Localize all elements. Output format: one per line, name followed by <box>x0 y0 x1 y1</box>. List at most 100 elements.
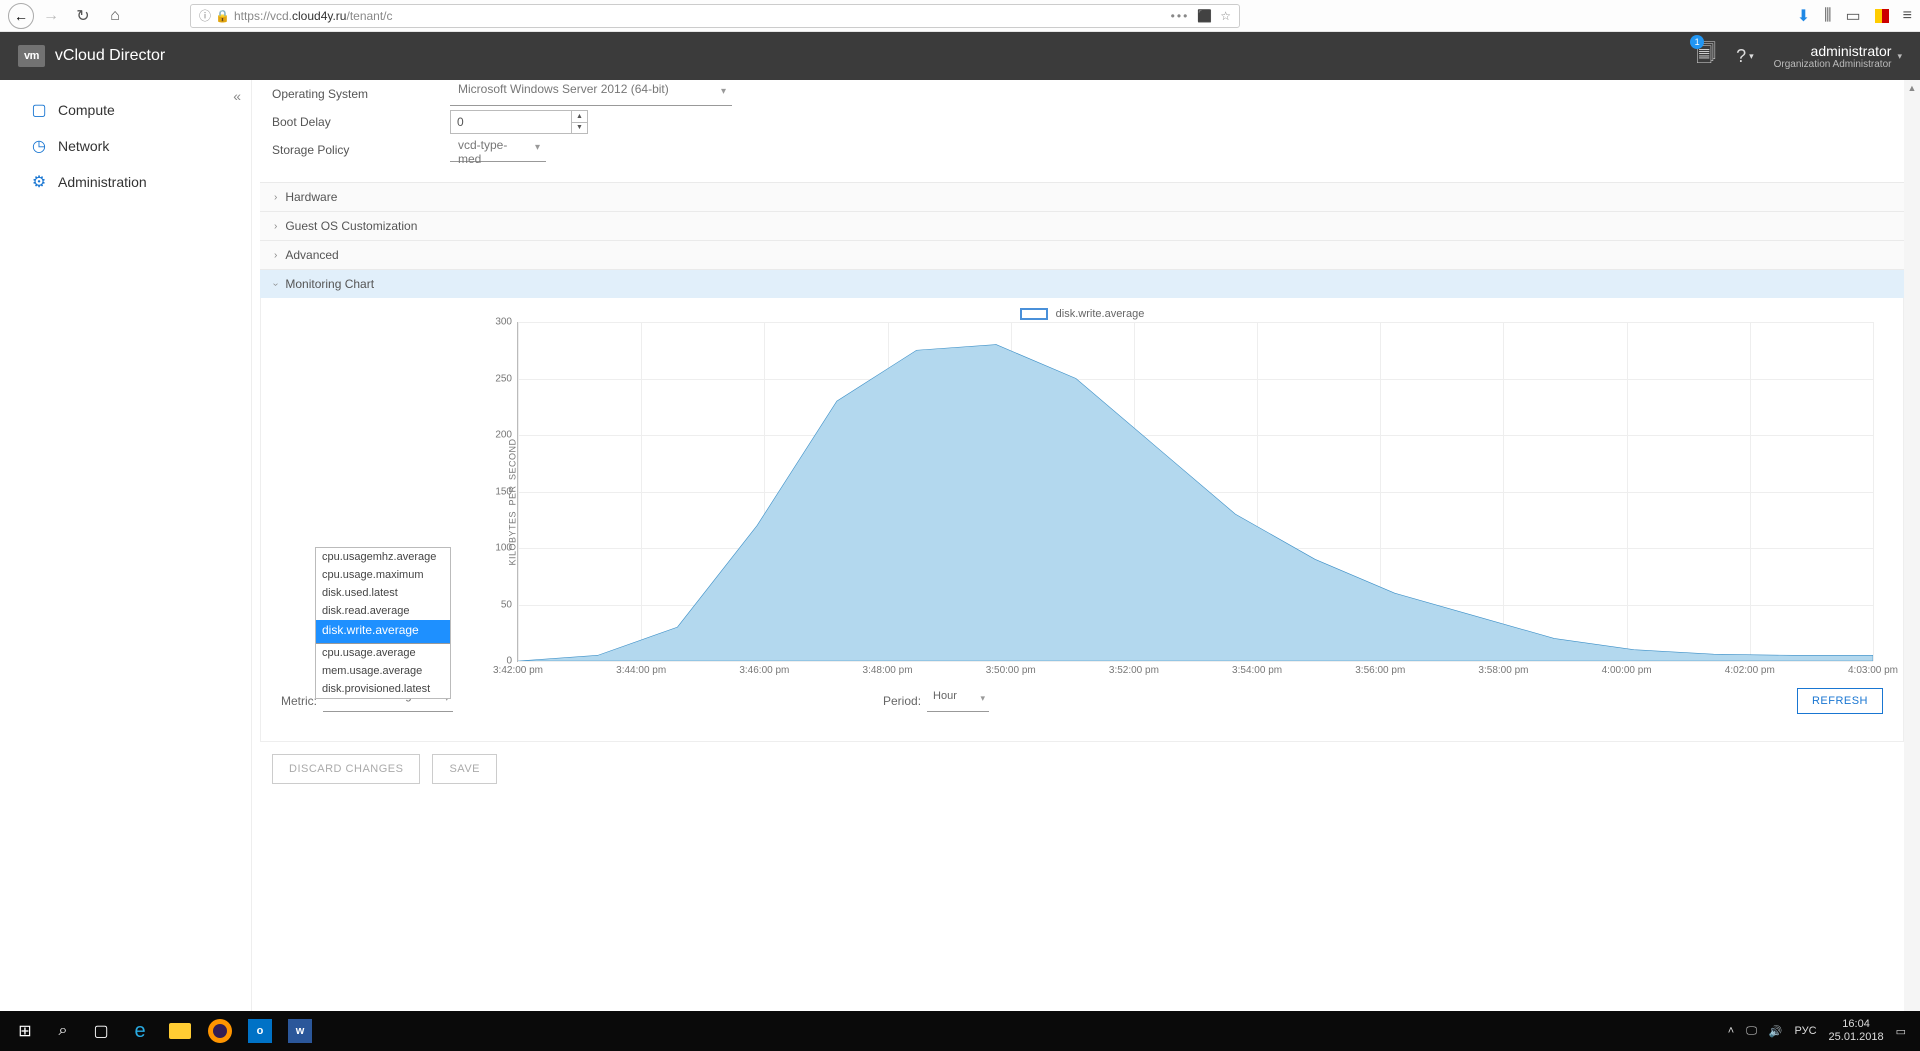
x-tick: 3:46:00 pm <box>739 665 789 676</box>
os-select[interactable]: Microsoft Windows Server 2012 (64-bit) ▾ <box>450 82 732 106</box>
y-tick: 100 <box>495 543 512 554</box>
row-operating-system: Operating System Microsoft Windows Serve… <box>272 80 1904 108</box>
back-button[interactable]: ← <box>8 3 34 29</box>
user-role: Organization Administrator <box>1774 59 1892 70</box>
sidebar-item-label: Administration <box>58 174 147 190</box>
plot-area: 0501001502002503003:42:00 pm3:44:00 pm3:… <box>517 322 1873 662</box>
period-select[interactable]: Hour ▾ <box>927 690 989 712</box>
metric-option[interactable]: cpu.usage.maximum <box>316 566 450 584</box>
row-storage-policy: Storage Policy vcd-type-med ▾ <box>272 136 1904 164</box>
taskbar-app-explorer[interactable] <box>160 1011 200 1051</box>
storage-label: Storage Policy <box>272 143 450 157</box>
download-icon[interactable]: ⬇ <box>1797 6 1810 26</box>
gear-icon: ⚙ <box>30 172 48 192</box>
reload-button[interactable]: ↻ <box>68 1 98 31</box>
pocket-icon[interactable]: ⬛ <box>1197 9 1212 23</box>
sidebar-item-network[interactable]: ◷ Network <box>0 128 251 164</box>
discard-changes-button[interactable]: DISCARD CHANGES <box>272 754 420 784</box>
forward-button[interactable]: → <box>36 1 66 31</box>
url-prefix: https://vcd. <box>234 9 292 23</box>
tray-volume-icon[interactable]: 🔊 <box>1769 1025 1783 1038</box>
y-tick: 50 <box>501 599 512 610</box>
chevron-down-icon: ▾ <box>721 86 726 97</box>
tray-notifications-icon[interactable]: ▭ <box>1896 1025 1906 1038</box>
metric-option[interactable]: disk.provisioned.latest <box>316 680 450 698</box>
x-tick: 3:50:00 pm <box>986 665 1036 676</box>
storage-select[interactable]: vcd-type-med ▾ <box>450 138 546 162</box>
legend-swatch <box>1020 308 1048 320</box>
vertical-scrollbar[interactable]: ▲ <box>1904 80 1920 1011</box>
chevron-right-icon: › <box>274 192 277 203</box>
x-tick: 4:00:00 pm <box>1602 665 1652 676</box>
user-name: administrator <box>1774 43 1892 59</box>
bookmark-star-icon[interactable]: ☆ <box>1220 9 1231 23</box>
metric-label: Metric: <box>281 694 317 708</box>
menu-icon[interactable]: ≡ <box>1903 7 1912 25</box>
chevron-down-icon: ▾ <box>535 142 540 153</box>
refresh-button[interactable]: REFRESH <box>1797 688 1883 714</box>
page-action-dots[interactable]: ••• <box>1171 9 1190 23</box>
metric-option[interactable]: mem.usage.average <box>316 662 450 680</box>
sidebar-item-administration[interactable]: ⚙ Administration <box>0 164 251 200</box>
sidebar-item-label: Compute <box>58 102 115 118</box>
metric-dropdown-list[interactable]: cpu.usagemhz.averagecpu.usage.maximumdis… <box>315 547 451 699</box>
main-content: Operating System Microsoft Windows Serve… <box>252 80 1920 1011</box>
metric-option[interactable]: cpu.usagemhz.average <box>316 548 450 566</box>
taskbar-app-outlook[interactable]: o <box>240 1011 280 1051</box>
sidebar-item-compute[interactable]: ▢ Compute <box>0 92 251 128</box>
sidebar: « ▢ Compute ◷ Network ⚙ Administration <box>0 80 252 1011</box>
metric-option[interactable]: cpu.usage.average <box>316 644 450 662</box>
metric-option[interactable]: disk.read.average <box>316 602 450 620</box>
library-icon[interactable]: ⫼ <box>1824 7 1831 25</box>
url-domain: cloud4y.ru <box>292 9 346 23</box>
metric-option[interactable]: disk.write.average <box>316 620 450 644</box>
help-icon[interactable]: ?▾ <box>1736 46 1754 67</box>
user-menu[interactable]: administrator Organization Administrator… <box>1774 43 1902 70</box>
section-hardware[interactable]: ›Hardware <box>260 182 1904 211</box>
scroll-up-icon[interactable]: ▲ <box>1904 80 1920 96</box>
url-bar[interactable]: ⓘ 🔒 https://vcd.cloud4y.ru/tenant/c ••• … <box>190 4 1240 28</box>
legend-label: disk.write.average <box>1056 308 1145 320</box>
url-path: /tenant/c <box>346 9 392 23</box>
monitoring-chart-panel: disk.write.average KILOBYTES_PER_SECOND … <box>260 298 1904 742</box>
x-tick: 3:48:00 pm <box>863 665 913 676</box>
app-header: vm vCloud Director 1 🗐 ?▾ administrator … <box>0 32 1920 80</box>
taskbar-app-ie[interactable]: e <box>120 1011 160 1051</box>
x-tick: 3:52:00 pm <box>1109 665 1159 676</box>
task-view-icon[interactable]: ▢ <box>82 1011 120 1051</box>
tray-chevron-icon[interactable]: ˄ <box>1728 1025 1734 1037</box>
sidebar-collapse-icon[interactable]: « <box>233 88 241 104</box>
info-icon: ⓘ <box>199 7 211 24</box>
taskbar-app-word[interactable]: w <box>280 1011 320 1051</box>
section-monitoring-chart[interactable]: ›Monitoring Chart <box>260 269 1904 298</box>
tasks-icon[interactable]: 1 🗐 <box>1696 39 1716 73</box>
windows-taskbar: ⊞ ⌕ ▢ e o w ˄ 🖵 🔊 РУС 16:04 25.01.2018 ▭ <box>0 1011 1920 1051</box>
lock-icon: 🔒 <box>215 9 230 23</box>
home-button[interactable]: ⌂ <box>100 1 130 31</box>
browser-chrome: ← → ↻ ⌂ ⓘ 🔒 https://vcd.cloud4y.ru/tenan… <box>0 0 1920 32</box>
network-icon: ◷ <box>30 136 48 156</box>
extension-icon[interactable] <box>1875 9 1889 23</box>
section-advanced[interactable]: ›Advanced <box>260 240 1904 269</box>
y-tick: 200 <box>495 430 512 441</box>
tray-clock[interactable]: 16:04 25.01.2018 <box>1829 1018 1884 1044</box>
sidebar-toggle-icon[interactable]: ▭ <box>1846 6 1861 26</box>
app-title: vCloud Director <box>55 47 165 65</box>
chevron-down-icon: › <box>270 282 281 285</box>
start-button[interactable]: ⊞ <box>6 1011 44 1051</box>
x-tick: 3:44:00 pm <box>616 665 666 676</box>
footer-actions: DISCARD CHANGES SAVE <box>260 742 1904 784</box>
row-boot-delay: Boot Delay 0 ▲▼ <box>272 108 1904 136</box>
x-tick: 3:58:00 pm <box>1478 665 1528 676</box>
chevron-right-icon: › <box>274 221 277 232</box>
spinner[interactable]: ▲▼ <box>571 111 587 133</box>
save-button[interactable]: SAVE <box>432 754 497 784</box>
boot-delay-input[interactable]: 0 ▲▼ <box>450 110 588 134</box>
search-icon[interactable]: ⌕ <box>44 1011 82 1051</box>
tray-language[interactable]: РУС <box>1795 1025 1817 1037</box>
metric-option[interactable]: disk.used.latest <box>316 584 450 602</box>
section-guest-os[interactable]: ›Guest OS Customization <box>260 211 1904 240</box>
tasks-badge: 1 <box>1690 35 1704 49</box>
taskbar-app-firefox[interactable] <box>200 1011 240 1051</box>
tray-network-icon[interactable]: 🖵 <box>1746 1025 1757 1038</box>
